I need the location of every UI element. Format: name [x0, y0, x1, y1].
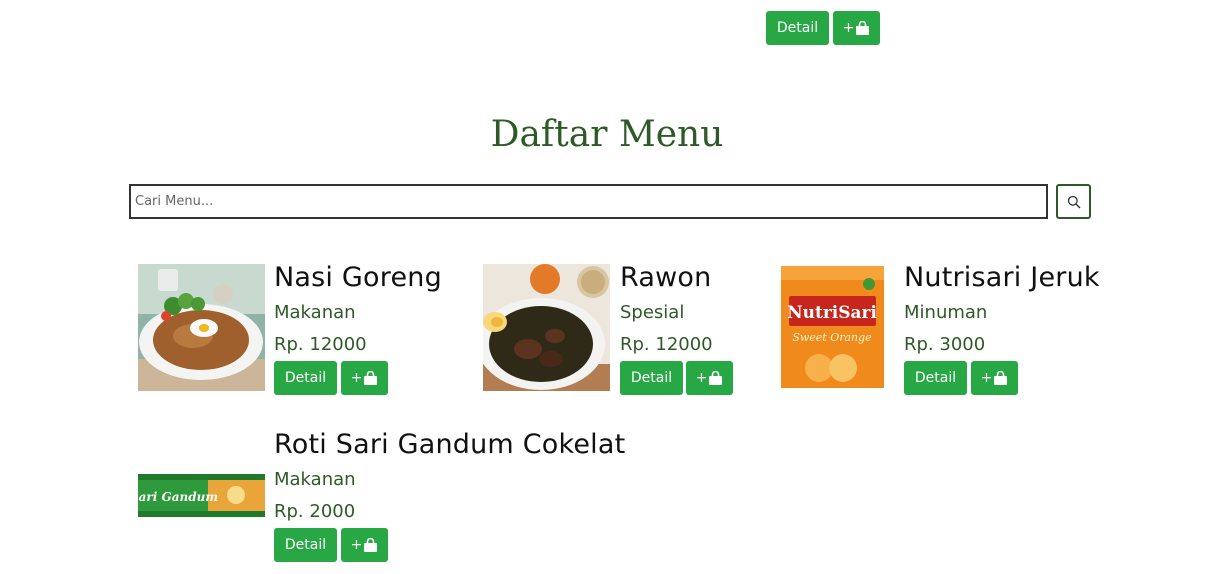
sari-gandum-brand-text: Sari Gandum	[138, 490, 218, 504]
menu-item-price: Rp. 3000	[904, 334, 986, 355]
shopping-bag-icon	[364, 538, 378, 552]
shopping-bag-icon	[994, 371, 1008, 385]
search-icon	[1067, 195, 1080, 208]
menu-item-name: Nutrisari Jeruk	[904, 262, 1100, 293]
add-to-cart-button[interactable]: +	[833, 11, 880, 45]
menu-item-category: Makanan	[274, 302, 356, 323]
add-to-cart-button[interactable]: +	[971, 361, 1018, 395]
menu-item-name: Roti Sari Gandum Cokelat	[274, 429, 626, 460]
detail-button[interactable]: Detail	[766, 11, 829, 45]
shopping-bag-icon	[856, 21, 870, 35]
nasi-goreng-image	[138, 264, 265, 391]
plus-label: +	[350, 537, 363, 553]
add-to-cart-button[interactable]: +	[341, 528, 388, 562]
menu-item-price: Rp. 2000	[274, 501, 356, 522]
menu-item-category: Minuman	[904, 302, 988, 323]
detail-button[interactable]: Detail	[274, 528, 337, 562]
menu-item-price: Rp. 12000	[274, 334, 367, 355]
shopping-bag-icon	[709, 371, 723, 385]
plus-label: +	[842, 20, 855, 36]
menu-item-name: Rawon	[620, 262, 712, 293]
menu-item-price: Rp. 12000	[620, 334, 713, 355]
plus-label: +	[980, 370, 993, 386]
menu-item-category: Makanan	[274, 469, 356, 490]
menu-item-name: Nasi Goreng	[274, 262, 442, 293]
rawon-image	[483, 264, 610, 391]
shopping-bag-icon	[364, 371, 378, 385]
detail-button[interactable]: Detail	[904, 361, 967, 395]
nutrisari-brand-text: NutriSari	[787, 303, 877, 323]
plus-label: +	[695, 370, 708, 386]
add-to-cart-button[interactable]: +	[341, 361, 388, 395]
search-input[interactable]	[129, 184, 1048, 219]
nutrisari-image: NutriSari Sweet Orange	[781, 266, 884, 388]
sari-gandum-image: Sari Gandum	[138, 474, 265, 517]
plus-label: +	[350, 370, 363, 386]
menu-item-category: Spesial	[620, 302, 685, 323]
nutrisari-flavor-text: Sweet Orange	[792, 331, 872, 344]
add-to-cart-button[interactable]: +	[686, 361, 733, 395]
detail-label: Detail	[630, 370, 673, 386]
detail-button[interactable]: Detail	[620, 361, 683, 395]
page-title: Daftar Menu	[490, 114, 724, 155]
detail-label: Detail	[776, 20, 819, 36]
search-button[interactable]	[1056, 184, 1091, 219]
detail-button[interactable]: Detail	[274, 361, 337, 395]
detail-label: Detail	[284, 537, 327, 553]
detail-label: Detail	[284, 370, 327, 386]
detail-label: Detail	[914, 370, 957, 386]
